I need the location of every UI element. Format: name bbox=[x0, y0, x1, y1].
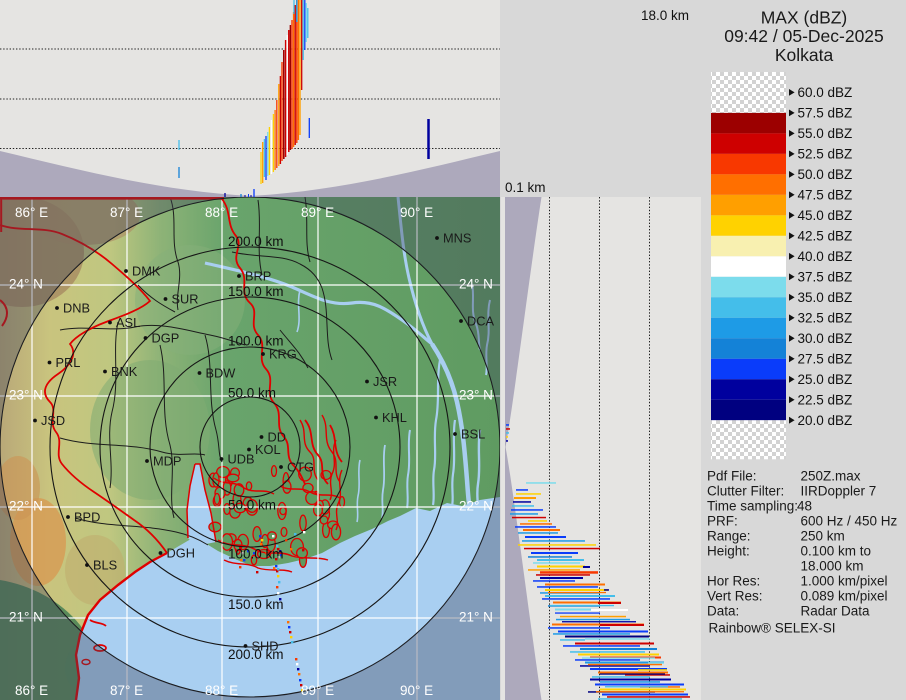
svg-text:60.0 dBZ: 60.0 dBZ bbox=[798, 85, 853, 100]
svg-text:Radar Data: Radar Data bbox=[801, 604, 871, 619]
svg-text:Vert Res:: Vert Res: bbox=[707, 589, 763, 604]
svg-text:90° E: 90° E bbox=[400, 683, 433, 698]
svg-text:MAX (dBZ): MAX (dBZ) bbox=[761, 8, 848, 28]
svg-text:Pdf File:: Pdf File: bbox=[707, 469, 757, 484]
svg-text:24° N: 24° N bbox=[9, 277, 43, 292]
svg-text:BNK: BNK bbox=[111, 364, 138, 379]
svg-text:DGP: DGP bbox=[152, 331, 180, 346]
svg-text:100.0 km: 100.0 km bbox=[228, 547, 284, 562]
svg-text:23° N: 23° N bbox=[9, 388, 43, 403]
svg-text:DGH: DGH bbox=[167, 546, 195, 561]
svg-text:MNS: MNS bbox=[443, 231, 471, 246]
svg-text:21° N: 21° N bbox=[459, 610, 493, 625]
svg-text:25.0 dBZ: 25.0 dBZ bbox=[798, 372, 853, 387]
svg-text:88° E: 88° E bbox=[205, 205, 238, 220]
svg-text:Kolkata: Kolkata bbox=[775, 45, 834, 65]
svg-text:CTG: CTG bbox=[287, 460, 314, 475]
svg-text:KHL: KHL bbox=[382, 410, 407, 425]
svg-text:22° N: 22° N bbox=[9, 499, 43, 514]
svg-text:90° E: 90° E bbox=[400, 205, 433, 220]
svg-text:Height:: Height: bbox=[707, 544, 750, 559]
svg-text:87° E: 87° E bbox=[110, 205, 143, 220]
svg-text:86° E: 86° E bbox=[15, 683, 48, 698]
svg-text:BSL: BSL bbox=[461, 427, 485, 442]
svg-text:JSD: JSD bbox=[41, 413, 65, 428]
svg-text:1.000 km/pixel: 1.000 km/pixel bbox=[801, 574, 888, 589]
svg-text:30.0 dBZ: 30.0 dBZ bbox=[798, 331, 853, 346]
svg-text:50.0 dBZ: 50.0 dBZ bbox=[798, 167, 853, 182]
svg-text:250 km: 250 km bbox=[801, 529, 845, 544]
svg-text:600 Hz / 450 Hz: 600 Hz / 450 Hz bbox=[801, 514, 898, 529]
svg-text:23° N: 23° N bbox=[459, 388, 493, 403]
svg-text:IIRDoppler 7: IIRDoppler 7 bbox=[801, 484, 877, 499]
svg-text:SHD: SHD bbox=[252, 639, 279, 654]
svg-text:87° E: 87° E bbox=[110, 683, 143, 698]
svg-text:Clutter Filter:: Clutter Filter: bbox=[707, 484, 784, 499]
svg-text:45.0 dBZ: 45.0 dBZ bbox=[798, 208, 853, 223]
svg-text:JSR: JSR bbox=[373, 374, 397, 389]
svg-text:18.000 km: 18.000 km bbox=[801, 559, 864, 574]
svg-text:50.0 km: 50.0 km bbox=[228, 498, 276, 513]
svg-text:47.5 dBZ: 47.5 dBZ bbox=[798, 187, 853, 202]
svg-text:DCA: DCA bbox=[467, 314, 494, 329]
svg-text:0.100 km to: 0.100 km to bbox=[801, 544, 872, 559]
svg-text:20.0 dBZ: 20.0 dBZ bbox=[798, 413, 853, 428]
svg-text:57.5 dBZ: 57.5 dBZ bbox=[798, 105, 853, 120]
svg-text:0.1 km: 0.1 km bbox=[505, 180, 546, 195]
svg-text:KOL: KOL bbox=[255, 442, 281, 457]
svg-text:88° E: 88° E bbox=[205, 683, 238, 698]
svg-text:0.089 km/pixel: 0.089 km/pixel bbox=[801, 589, 888, 604]
svg-text:BPD: BPD bbox=[74, 510, 100, 525]
svg-text:SUR: SUR bbox=[172, 292, 199, 307]
svg-text:PRL: PRL bbox=[56, 355, 81, 370]
svg-text:Data:: Data: bbox=[707, 604, 739, 619]
svg-text:89° E: 89° E bbox=[301, 683, 334, 698]
svg-text:KRG: KRG bbox=[269, 347, 297, 362]
svg-text:55.0 dBZ: 55.0 dBZ bbox=[798, 126, 853, 141]
svg-text:52.5 dBZ: 52.5 dBZ bbox=[798, 146, 853, 161]
svg-text:32.5 dBZ: 32.5 dBZ bbox=[798, 310, 853, 325]
svg-text:Range:: Range: bbox=[707, 529, 751, 544]
svg-text:250Z.max: 250Z.max bbox=[801, 469, 861, 484]
svg-text:UDB: UDB bbox=[228, 452, 255, 467]
svg-text:BDW: BDW bbox=[206, 366, 237, 381]
svg-text:89° E: 89° E bbox=[301, 205, 334, 220]
svg-text:MDP: MDP bbox=[153, 454, 181, 469]
svg-text:Hor Res:: Hor Res: bbox=[707, 574, 760, 589]
svg-text:PRF:: PRF: bbox=[707, 514, 738, 529]
svg-text:40.0 dBZ: 40.0 dBZ bbox=[798, 249, 853, 264]
svg-text:DMK: DMK bbox=[132, 264, 161, 279]
svg-text:42.5 dBZ: 42.5 dBZ bbox=[798, 228, 853, 243]
svg-text:18.0 km: 18.0 km bbox=[641, 8, 689, 23]
svg-text:48: 48 bbox=[797, 499, 812, 514]
svg-text:200.0 km: 200.0 km bbox=[228, 234, 284, 249]
svg-text:86° E: 86° E bbox=[15, 205, 48, 220]
svg-text:35.0 dBZ: 35.0 dBZ bbox=[798, 290, 853, 305]
svg-text:150.0 km: 150.0 km bbox=[228, 597, 284, 612]
svg-text:ASL: ASL bbox=[116, 315, 140, 330]
svg-text:Rainbow® SELEX-SI: Rainbow® SELEX-SI bbox=[709, 621, 836, 636]
svg-text:22.5 dBZ: 22.5 dBZ bbox=[798, 392, 853, 407]
svg-text:BRP: BRP bbox=[245, 269, 271, 284]
svg-text:27.5 dBZ: 27.5 dBZ bbox=[798, 351, 853, 366]
svg-text:24° N: 24° N bbox=[459, 277, 493, 292]
svg-text:150.0 km: 150.0 km bbox=[228, 284, 284, 299]
svg-text:21° N: 21° N bbox=[9, 610, 43, 625]
svg-text:22° N: 22° N bbox=[459, 499, 493, 514]
svg-text:37.5 dBZ: 37.5 dBZ bbox=[798, 269, 853, 284]
svg-text:09:42 / 05-Dec-2025: 09:42 / 05-Dec-2025 bbox=[724, 26, 884, 46]
svg-text:50.0 km: 50.0 km bbox=[228, 386, 276, 401]
svg-text:BLS: BLS bbox=[93, 558, 117, 573]
svg-text:DNB: DNB bbox=[63, 301, 90, 316]
svg-text:Time sampling:: Time sampling: bbox=[707, 499, 798, 514]
